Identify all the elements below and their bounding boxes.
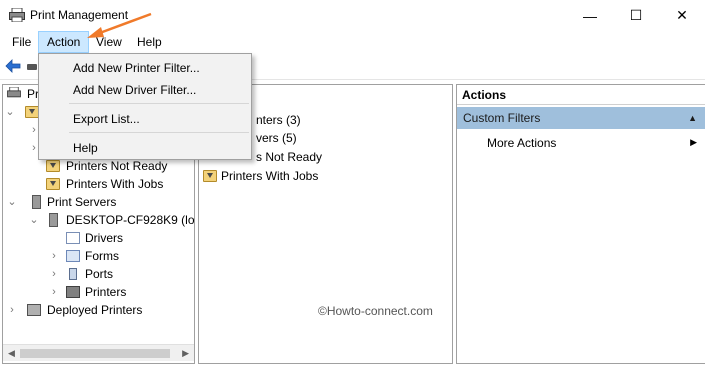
submenu-arrow-icon: ▶	[690, 137, 697, 147]
menu-item-export-list[interactable]: Export List...	[73, 112, 140, 126]
chevron-right-icon[interactable]: ›	[49, 247, 59, 265]
chevron-right-icon[interactable]: ›	[49, 265, 59, 283]
collapse-up-icon[interactable]: ▲	[688, 107, 697, 129]
tree-item-label: Drivers	[85, 231, 123, 245]
scroll-right-icon[interactable]: ▶	[182, 348, 189, 359]
tree-item-ports[interactable]: › Ports	[5, 265, 193, 283]
chevron-down-icon[interactable]: ⌄	[29, 211, 39, 229]
annotation-arrow-icon	[87, 12, 152, 38]
tree-item-label: Printers With Jobs	[66, 177, 164, 191]
chevron-right-icon[interactable]: ›	[7, 301, 17, 319]
drivers-icon	[66, 232, 80, 244]
forms-icon	[66, 250, 80, 262]
list-item[interactable]: s Not Ready	[256, 148, 322, 166]
tree-horizontal-scrollbar[interactable]: ◀ ▶	[3, 344, 194, 361]
tree-item-printers-with-jobs[interactable]: › Printers With Jobs	[5, 175, 193, 193]
ports-icon	[69, 268, 77, 280]
menu-action[interactable]: Action	[38, 31, 90, 53]
more-actions-link[interactable]: More Actions	[487, 136, 556, 150]
list-item[interactable]: vers (5)	[256, 129, 297, 147]
action-menu-dropdown: Add New Printer Filter... Add New Driver…	[38, 53, 252, 160]
chevron-right-icon[interactable]: ›	[49, 283, 59, 301]
print-management-icon	[7, 87, 21, 98]
section-label: Custom Filters	[463, 111, 541, 125]
deployed-printers-icon	[27, 304, 41, 316]
tree-item-label: Print Servers	[47, 195, 117, 209]
maximize-icon: ☐	[629, 7, 643, 23]
menu-item-add-driver-filter[interactable]: Add New Driver Filter...	[73, 83, 196, 97]
custom-filters-icon	[25, 106, 39, 118]
close-button[interactable]: ✕	[659, 0, 705, 31]
tree-item-print-servers[interactable]: ⌄ Print Servers	[5, 193, 193, 211]
menu-item-add-printer-filter[interactable]: Add New Printer Filter...	[73, 61, 200, 75]
actions-header: Actions	[457, 85, 705, 105]
actions-pane: Actions Custom Filters ▲ More Actions ▶	[456, 84, 705, 364]
chevron-down-icon[interactable]: ⌄	[5, 103, 15, 121]
scrollbar-thumb[interactable]	[20, 349, 170, 358]
tree-item-desktop[interactable]: ⌄ DESKTOP-CF928K9 (loca	[5, 211, 195, 229]
menu-separator	[69, 132, 249, 133]
actions-section-custom-filters[interactable]: Custom Filters ▲	[457, 107, 705, 129]
tree-item-label: Forms	[85, 249, 119, 263]
server-icon	[32, 195, 41, 209]
menu-file[interactable]: File	[4, 31, 39, 53]
chevron-down-icon[interactable]: ⌄	[7, 193, 17, 211]
tree-item-forms[interactable]: › Forms	[5, 247, 193, 265]
tree-item-drivers[interactable]: Drivers	[5, 229, 193, 247]
filter-icon	[203, 170, 217, 182]
watermark: ©Howto-connect.com	[318, 304, 433, 318]
minimize-icon: —	[583, 7, 597, 24]
forward-icon[interactable]	[27, 64, 37, 70]
print-management-app-icon	[9, 8, 25, 22]
tree-item-label: Ports	[85, 267, 114, 281]
tree-item-label: Deployed Printers	[47, 303, 143, 317]
filter-icon	[46, 178, 60, 190]
menu-item-help[interactable]: Help	[73, 141, 98, 155]
list-item[interactable]: nters (3)	[256, 111, 301, 129]
menu-separator	[69, 103, 249, 104]
maximize-button[interactable]: ☐	[613, 0, 659, 31]
filter-icon	[46, 160, 60, 172]
tree-item-printers[interactable]: › Printers	[5, 283, 193, 301]
tree-item-deployed-printers[interactable]: › Deployed Printers	[5, 301, 193, 319]
printer-icon	[66, 286, 80, 298]
minimize-button[interactable]: —	[567, 0, 613, 31]
tree-item-label: DESKTOP-CF928K9 (loca	[66, 213, 195, 227]
list-item-printers-with-jobs[interactable]: Printers With Jobs	[203, 167, 443, 185]
tree-item-label: Printers	[85, 285, 127, 299]
list-item-label: Printers With Jobs	[221, 169, 319, 183]
close-icon: ✕	[676, 7, 688, 23]
print-server-icon	[49, 213, 58, 227]
scroll-left-icon[interactable]: ◀	[8, 348, 15, 359]
back-arrow-icon[interactable]	[5, 59, 21, 73]
